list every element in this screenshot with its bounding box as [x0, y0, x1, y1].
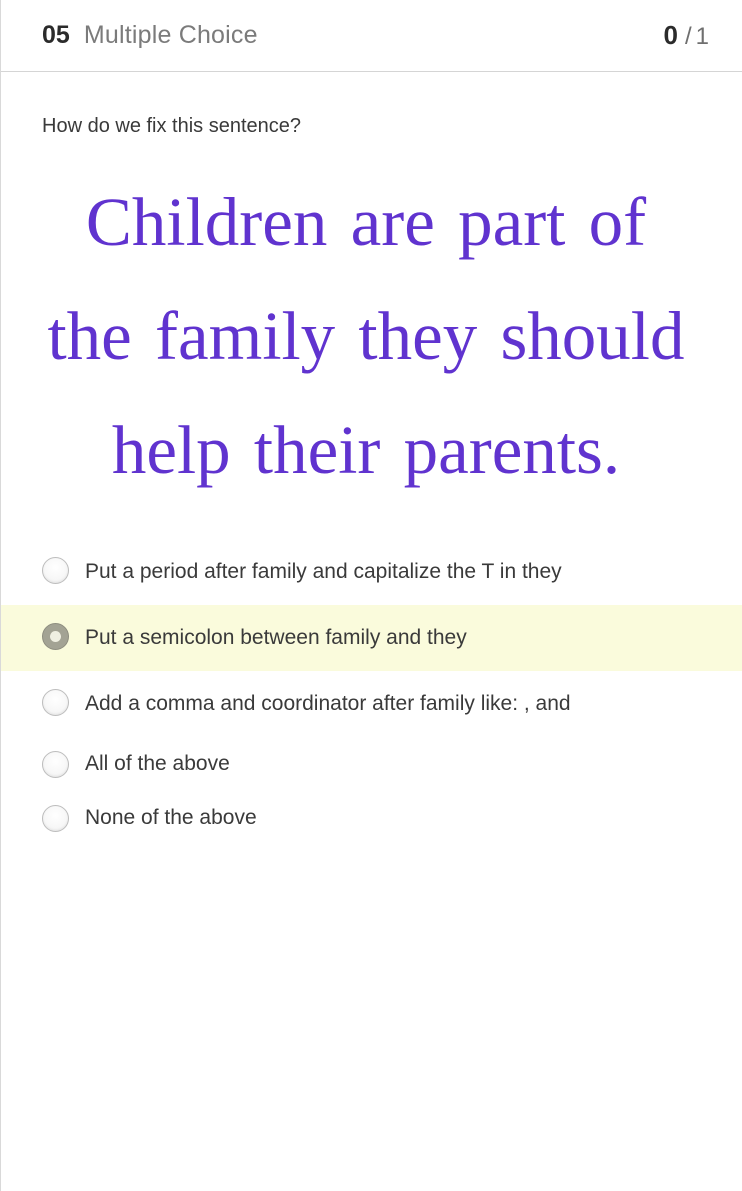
- question-number: 05: [42, 21, 70, 49]
- question-sentence: Children are part of the family they sho…: [47, 184, 685, 488]
- answer-choice-label: None of the above: [85, 806, 257, 829]
- answer-choice-label: All of the above: [85, 752, 230, 775]
- question-prompt: How do we fix this sentence?: [42, 115, 302, 137]
- answer-choice-label: Add a comma and coordinator after family…: [85, 692, 571, 715]
- radio-button-icon[interactable]: [42, 750, 69, 778]
- answer-choice-label: Put a semicolon between family and they: [85, 626, 467, 649]
- answer-choice-5[interactable]: None of the above: [1, 791, 742, 845]
- answer-choice-label: Put a period after family and capitalize…: [85, 560, 562, 583]
- score-earned: 0: [663, 20, 678, 50]
- question-score: 0 / 1: [664, 20, 710, 51]
- answer-choice-list: Put a period after family and capitalize…: [1, 539, 742, 845]
- answer-choice-3[interactable]: Add a comma and coordinator after family…: [1, 671, 742, 737]
- answer-choice-2[interactable]: Put a semicolon between family and they: [1, 605, 742, 671]
- score-separator: /: [684, 23, 692, 50]
- answer-choice-4[interactable]: All of the above: [1, 737, 742, 791]
- radio-button-icon[interactable]: [42, 804, 69, 832]
- question-body: How do we fix this sentence? Children ar…: [1, 72, 742, 845]
- radio-button-selected-icon[interactable]: [42, 623, 69, 650]
- answer-choice-1[interactable]: Put a period after family and capitalize…: [1, 539, 742, 605]
- question-card: 05 Multiple Choice 0 / 1 How do we fix t…: [0, 0, 742, 1191]
- score-total: 1: [695, 23, 709, 50]
- radio-button-icon[interactable]: [42, 557, 69, 584]
- question-type-label: Multiple Choice: [83, 21, 258, 49]
- question-header: 05 Multiple Choice 0 / 1: [1, 0, 742, 72]
- radio-button-icon[interactable]: [42, 689, 69, 716]
- question-header-left: 05 Multiple Choice: [42, 21, 258, 50]
